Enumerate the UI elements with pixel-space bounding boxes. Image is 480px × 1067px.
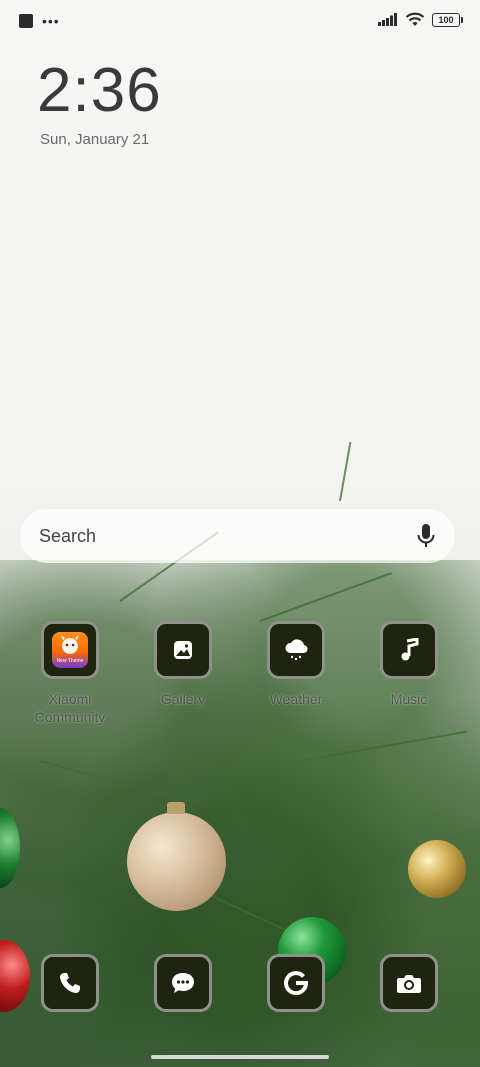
status-bar: ••• 100 xyxy=(0,0,480,42)
music-icon xyxy=(380,621,438,679)
ornament-gold-small xyxy=(408,840,466,898)
battery-icon: 100 xyxy=(432,12,463,27)
dock-phone[interactable] xyxy=(27,954,113,1012)
search-placeholder: Search xyxy=(39,526,97,546)
status-right: 100 xyxy=(378,12,463,27)
app-xiaomi-community[interactable]: Xiaomi Community xyxy=(27,621,113,726)
google-icon xyxy=(267,954,325,1012)
more-notifications-icon: ••• xyxy=(42,13,60,29)
twig xyxy=(339,441,352,502)
app-music[interactable]: Music xyxy=(366,621,452,708)
camera-icon xyxy=(380,954,438,1012)
signal-bars-icon xyxy=(378,13,397,26)
ornament-gold xyxy=(127,802,226,911)
xiaomi-community-icon xyxy=(41,621,99,679)
search-bar[interactable]: Search xyxy=(20,509,455,563)
chat-bubble-icon xyxy=(172,973,194,993)
phone-handset-icon xyxy=(60,973,80,993)
home-gesture-bar[interactable] xyxy=(151,1055,329,1059)
status-left: ••• xyxy=(19,14,60,28)
phone-icon xyxy=(41,954,99,1012)
weather-icon xyxy=(267,621,325,679)
wifi-icon xyxy=(405,12,425,26)
dock-messages[interactable] xyxy=(140,954,226,1012)
microphone-icon[interactable] xyxy=(415,523,437,549)
app-weather[interactable]: Weather xyxy=(253,621,339,708)
app-label: Gallery xyxy=(160,691,206,707)
app-label: Music xyxy=(390,691,428,707)
dock-google[interactable] xyxy=(253,954,339,1012)
dock-camera[interactable] xyxy=(366,954,452,1012)
music-note-icon xyxy=(401,638,419,661)
app-gallery[interactable]: Gallery xyxy=(140,621,226,708)
notification-icon xyxy=(19,14,33,28)
app-label: Xiaomi Community xyxy=(34,691,106,725)
messages-icon xyxy=(154,954,212,1012)
community-logo xyxy=(52,632,88,668)
gallery-glyph-icon xyxy=(174,641,192,659)
gallery-icon xyxy=(154,621,212,679)
battery-level: 100 xyxy=(438,14,454,25)
google-g-icon xyxy=(284,971,309,996)
cloud-snow-icon xyxy=(285,639,308,661)
clock-time: 2:36 xyxy=(37,56,162,125)
app-label: Weather xyxy=(269,691,323,707)
camera-glyph-icon xyxy=(397,975,421,993)
clock-date: Sun, January 21 xyxy=(40,131,150,148)
